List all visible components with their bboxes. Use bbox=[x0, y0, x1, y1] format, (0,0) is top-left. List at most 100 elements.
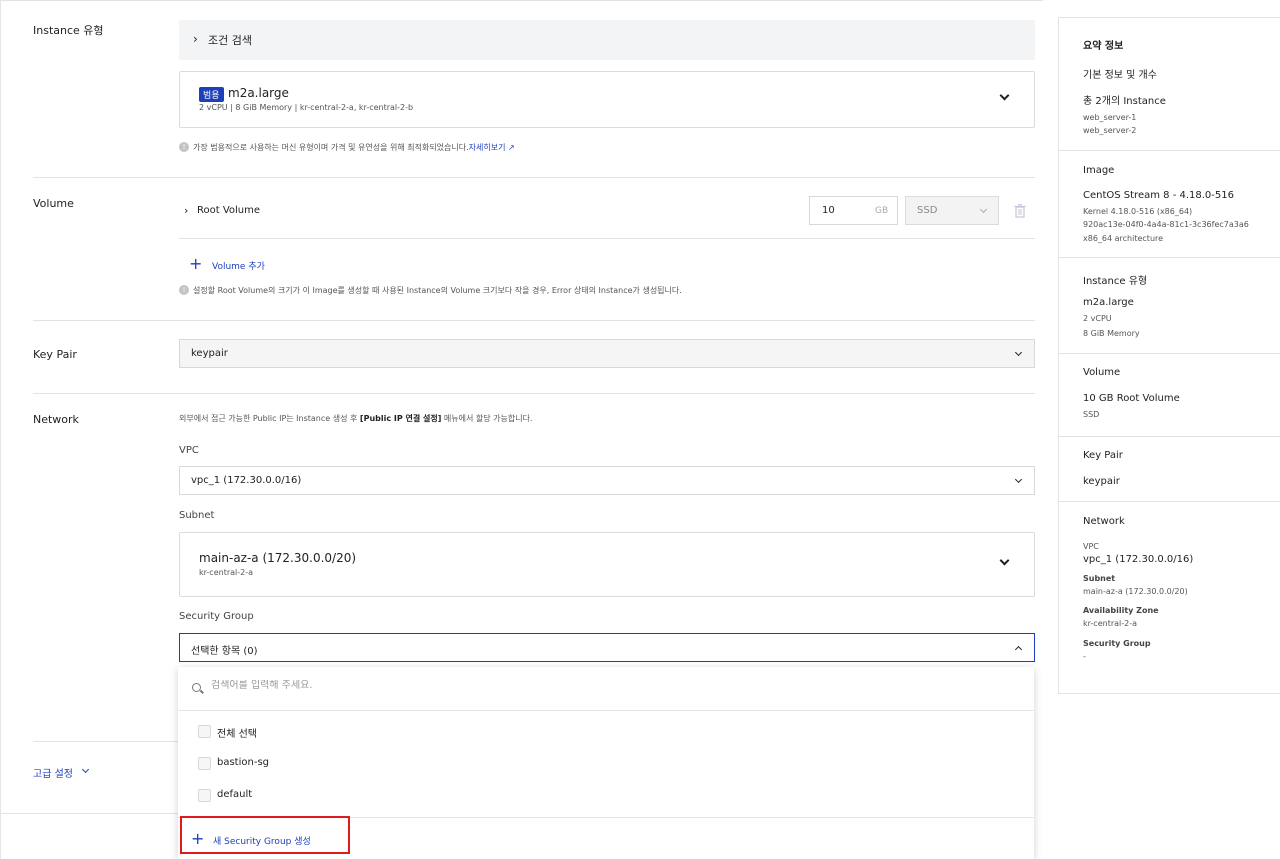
volume-type-value: SSD bbox=[917, 205, 938, 216]
divider bbox=[33, 741, 179, 742]
divider bbox=[33, 393, 1035, 394]
root-volume-label[interactable]: Root Volume bbox=[197, 205, 260, 216]
instance-type-label: Instance 유형 bbox=[33, 24, 104, 37]
divider bbox=[33, 320, 1035, 321]
option-label: bastion-sg bbox=[217, 757, 270, 768]
divider bbox=[1, 0, 1043, 1]
volume-header: Volume bbox=[1083, 367, 1121, 378]
network-note-suffix: 메뉴에서 할당 가능합니다. bbox=[441, 414, 533, 423]
image-header: Image bbox=[1083, 165, 1115, 176]
volume-type-summary: SSD bbox=[1083, 410, 1100, 419]
divider bbox=[1059, 501, 1280, 502]
instance-name: web_server-1 bbox=[1083, 113, 1137, 122]
network-header: Network bbox=[1083, 516, 1125, 527]
summary-title: 요약 정보 bbox=[1083, 41, 1124, 52]
summary-panel: 요약 정보 기본 정보 및 개수 총 2개의 Instance web_serv… bbox=[1058, 17, 1280, 694]
network-note: 외부에서 접근 가능한 Public IP는 Instance 생성 후 [Pu… bbox=[179, 413, 533, 424]
chevron-down-icon bbox=[999, 555, 1010, 566]
external-link-icon: ↗ bbox=[505, 143, 515, 152]
instance-count: 총 2개의 Instance bbox=[1083, 96, 1166, 107]
volume-type-select[interactable]: SSD bbox=[905, 196, 999, 225]
basic-info-header: 기본 정보 및 개수 bbox=[1083, 70, 1157, 81]
divider bbox=[1059, 436, 1280, 437]
checkbox[interactable] bbox=[198, 789, 211, 802]
vpc-select[interactable]: vpc_1 (172.30.0.0/16) bbox=[179, 466, 1035, 495]
option-label: 전체 선택 bbox=[217, 729, 257, 740]
subnet-zone: kr-central-2-a bbox=[199, 568, 254, 577]
divider bbox=[1, 813, 179, 814]
key-pair-label: Key Pair bbox=[33, 348, 77, 361]
network-label: Network bbox=[33, 413, 79, 426]
chevron-right-icon[interactable]: › bbox=[184, 204, 188, 217]
divider bbox=[179, 238, 1035, 239]
chevron-down-icon bbox=[999, 90, 1010, 101]
highlight-box bbox=[180, 816, 350, 854]
option-label: default bbox=[217, 789, 253, 800]
az-summary-label: Availability Zone bbox=[1083, 606, 1159, 615]
instance-type-select[interactable]: 범용 m2a.large 2 vCPU | 8 GiB Memory | kr-… bbox=[179, 71, 1035, 128]
vpc-label: VPC bbox=[179, 445, 199, 456]
details-link[interactable]: 자세히보기 bbox=[469, 143, 506, 152]
info-icon: ! bbox=[179, 285, 189, 295]
volume-summary: 10 GB Root Volume bbox=[1083, 393, 1180, 404]
subnet-select[interactable]: main-az-a (172.30.0.0/20) kr-central-2-a bbox=[179, 532, 1035, 597]
network-note-bold: [Public IP 연결 설정] bbox=[359, 414, 442, 423]
volume-label: Volume bbox=[33, 197, 74, 210]
volume-size-input[interactable]: 10 GB bbox=[809, 196, 898, 225]
condition-search-label: 조건 검색 bbox=[208, 34, 252, 47]
volume-size-value: 10 bbox=[822, 205, 835, 216]
chevron-down-icon bbox=[979, 205, 988, 214]
instance-type-header: Instance 유형 bbox=[1083, 276, 1148, 287]
sg-summary-label: Security Group bbox=[1083, 639, 1151, 648]
advanced-settings-label: 고급 설정 bbox=[33, 769, 73, 780]
instance-type-note: 가장 범용적으로 사용하는 머신 유형이며 가격 및 유연성을 위해 최적화되었… bbox=[193, 142, 515, 153]
image-name: CentOS Stream 8 - 4.18.0-516 bbox=[1083, 190, 1234, 201]
info-icon: ! bbox=[179, 142, 189, 152]
divider bbox=[1059, 257, 1280, 258]
security-group-label: Security Group bbox=[179, 611, 254, 622]
instance-type-summary: m2a.large bbox=[1083, 297, 1134, 308]
key-pair-select[interactable]: keypair bbox=[179, 339, 1035, 368]
divider bbox=[1059, 150, 1280, 151]
image-detail: 920ac13e-04f0-4a4a-81c1-3c36fec7a3a6 bbox=[1083, 220, 1249, 229]
chevron-right-icon: › bbox=[193, 32, 198, 46]
security-group-search-input[interactable] bbox=[211, 680, 811, 691]
subnet-summary-label: Subnet bbox=[1083, 574, 1116, 583]
network-note-prefix: 외부에서 접근 가능한 Public IP는 Instance 생성 후 bbox=[179, 414, 360, 423]
vpc-value: vpc_1 (172.30.0.0/16) bbox=[191, 475, 302, 486]
volume-size-unit: GB bbox=[875, 206, 889, 216]
image-detail: Kernel 4.18.0-516 (x86_64) bbox=[1083, 207, 1193, 216]
general-badge: 범용 bbox=[199, 87, 224, 102]
security-group-value: 선택한 항목 (0) bbox=[191, 646, 258, 657]
vpc-summary-value: vpc_1 (172.30.0.0/16) bbox=[1083, 554, 1194, 565]
image-detail: x86_64 architecture bbox=[1083, 234, 1164, 243]
instance-type-name: m2a.large bbox=[228, 86, 289, 100]
key-pair-header: Key Pair bbox=[1083, 450, 1123, 461]
key-pair-summary: keypair bbox=[1083, 476, 1120, 487]
volume-note: 설정할 Root Volume의 크기가 이 Image를 생성할 때 사용된 … bbox=[193, 286, 682, 295]
instance-type-spec: 2 vCPU | 8 GiB Memory | kr-central-2-a, … bbox=[199, 103, 414, 112]
chevron-down-icon bbox=[81, 765, 90, 774]
subnet-label: Subnet bbox=[179, 510, 215, 521]
security-group-search bbox=[178, 667, 1034, 711]
chevron-up-icon bbox=[1014, 645, 1023, 654]
sg-summary-value: - bbox=[1083, 652, 1086, 661]
instance-type-detail: 2 vCPU bbox=[1083, 314, 1112, 323]
chevron-down-icon bbox=[1014, 475, 1023, 484]
advanced-settings-toggle[interactable]: 고급 설정 bbox=[33, 765, 103, 781]
add-volume-button[interactable]: + Volume 추가 bbox=[189, 256, 289, 274]
checkbox[interactable] bbox=[198, 757, 211, 770]
divider bbox=[33, 177, 1035, 178]
trash-icon[interactable] bbox=[1014, 203, 1026, 218]
subnet-summary-value: main-az-a (172.30.0.0/20) bbox=[1083, 587, 1188, 596]
az-summary-value: kr-central-2-a bbox=[1083, 619, 1138, 628]
plus-icon: + bbox=[189, 254, 203, 273]
instance-type-detail: 8 GiB Memory bbox=[1083, 329, 1140, 338]
security-group-select[interactable]: 선택한 항목 (0) bbox=[179, 633, 1035, 662]
chevron-down-icon bbox=[1014, 348, 1023, 357]
checkbox[interactable] bbox=[198, 725, 211, 738]
condition-search-toggle[interactable]: › 조건 검색 bbox=[179, 20, 1035, 60]
divider bbox=[1059, 353, 1280, 354]
vpc-summary-label: VPC bbox=[1083, 542, 1099, 551]
add-volume-label: Volume 추가 bbox=[212, 262, 265, 272]
